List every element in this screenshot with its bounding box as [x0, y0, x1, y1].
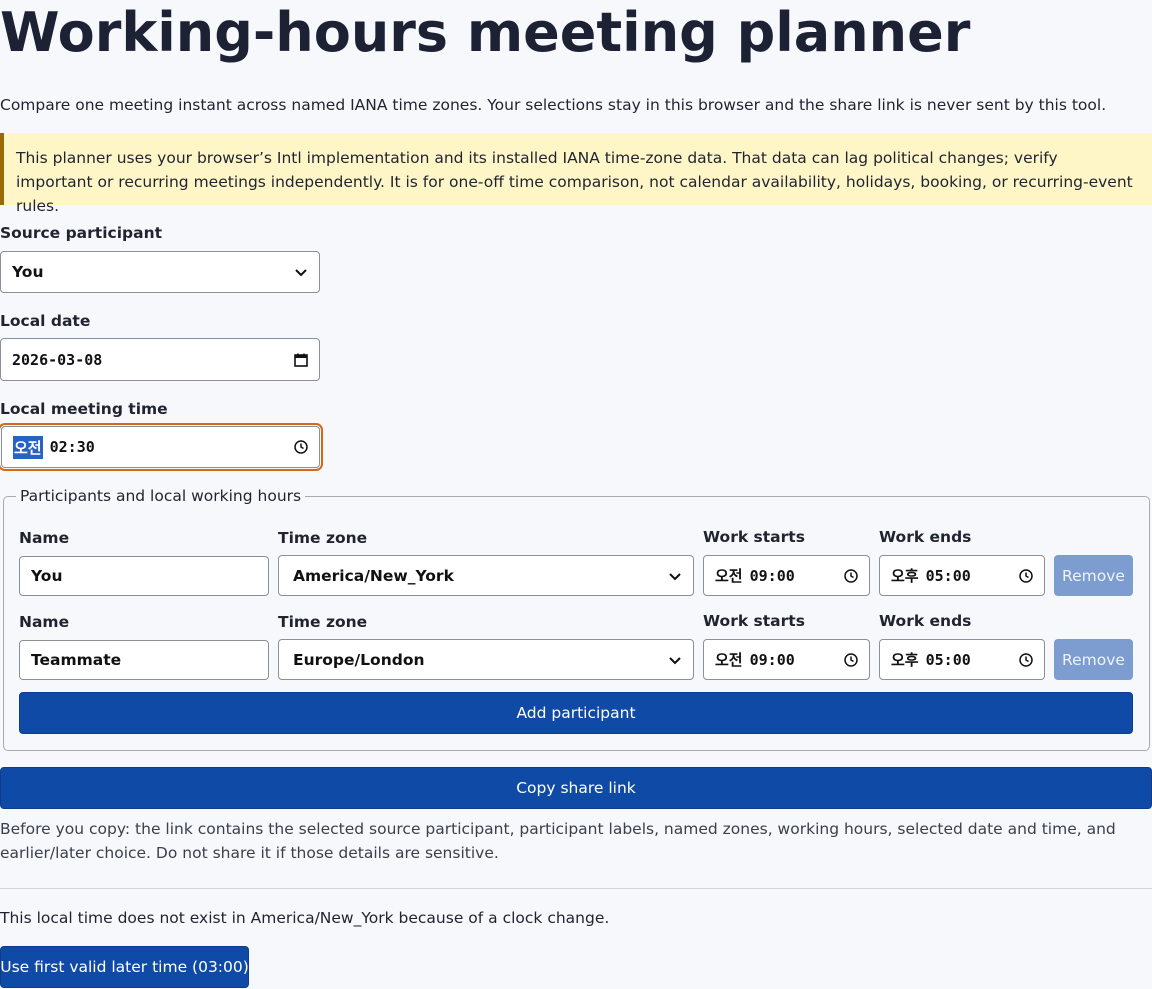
participant-zone-select[interactable]: America/New_York — [278, 555, 694, 596]
page-title: Working-hours meeting planner — [0, 1, 971, 64]
dst-gap-message: This local time does not exist in Americ… — [0, 909, 610, 927]
clock-icon[interactable] — [843, 652, 859, 668]
work-end-value: 05:00 — [925, 566, 971, 585]
work-ends-label: Work ends — [879, 528, 972, 546]
clock-icon[interactable] — [1018, 568, 1034, 584]
participant-zone-value: Europe/London — [293, 650, 425, 669]
add-participant-button[interactable]: Add participant — [19, 692, 1133, 734]
participants-legend: Participants and local working hours — [16, 486, 306, 506]
clock-icon[interactable] — [293, 439, 309, 455]
work-end-input[interactable]: 오후 05:00 — [879, 555, 1045, 596]
work-starts-label: Work starts — [703, 528, 805, 546]
participant-name-input[interactable]: You — [19, 556, 269, 596]
work-end-ampm: 오후 — [891, 567, 919, 585]
participant-zone-value: America/New_York — [293, 566, 454, 585]
time-zone-label: Time zone — [278, 613, 368, 631]
chevron-down-icon — [295, 269, 307, 277]
use-later-time-button[interactable]: Use first valid later time (03:00) — [0, 946, 249, 988]
local-date-label: Local date — [0, 312, 91, 330]
work-start-ampm: 오전 — [715, 567, 743, 585]
source-participant-value: You — [12, 263, 44, 281]
work-end-value: 05:00 — [925, 650, 971, 669]
participant-name-value: Teammate — [31, 651, 122, 669]
local-date-value: 2026-03-08 — [12, 350, 103, 369]
work-ends-label: Work ends — [879, 612, 972, 630]
warning-callout: This planner uses your browser’s Intl im… — [0, 133, 1152, 215]
local-time-input[interactable]: 오전 02:30 — [1, 426, 320, 468]
copy-share-link-button[interactable]: Copy share link — [0, 767, 1152, 809]
share-privacy-note: Before you copy: the link contains the s… — [0, 820, 1116, 862]
participant-zone-select[interactable]: Europe/London — [278, 639, 694, 680]
remove-participant-button[interactable]: Remove — [1054, 555, 1133, 596]
remove-participant-button[interactable]: Remove — [1054, 639, 1133, 680]
local-date-input[interactable]: 2026-03-08 — [0, 338, 320, 381]
time-ampm-segment[interactable]: 오전 — [13, 435, 43, 459]
work-start-value: 09:00 — [749, 650, 795, 669]
local-time-value: 02:30 — [49, 438, 95, 456]
name-label: Name — [19, 529, 70, 547]
chevron-down-icon — [669, 572, 681, 580]
chevron-down-icon — [669, 656, 681, 664]
work-end-ampm: 오후 — [891, 651, 919, 669]
participant-name-value: You — [31, 567, 63, 585]
work-start-input[interactable]: 오전 09:00 — [703, 639, 870, 680]
work-start-ampm: 오전 — [715, 651, 743, 669]
planner-page: Working-hours meeting planner Compare on… — [0, 0, 1152, 989]
intro-text: Compare one meeting instant across named… — [0, 96, 1107, 114]
section-divider — [0, 888, 1152, 889]
local-time-label: Local meeting time — [0, 400, 168, 418]
work-start-input[interactable]: 오전 09:00 — [703, 555, 870, 596]
name-label: Name — [19, 613, 70, 631]
source-participant-select[interactable]: You — [0, 251, 320, 293]
work-end-input[interactable]: 오후 05:00 — [879, 639, 1045, 680]
calendar-icon[interactable] — [293, 352, 309, 368]
source-participant-label: Source participant — [0, 224, 163, 242]
participant-name-input[interactable]: Teammate — [19, 640, 269, 680]
work-starts-label: Work starts — [703, 612, 805, 630]
work-start-value: 09:00 — [749, 566, 795, 585]
time-zone-label: Time zone — [278, 529, 368, 547]
clock-icon[interactable] — [1018, 652, 1034, 668]
clock-icon[interactable] — [843, 568, 859, 584]
